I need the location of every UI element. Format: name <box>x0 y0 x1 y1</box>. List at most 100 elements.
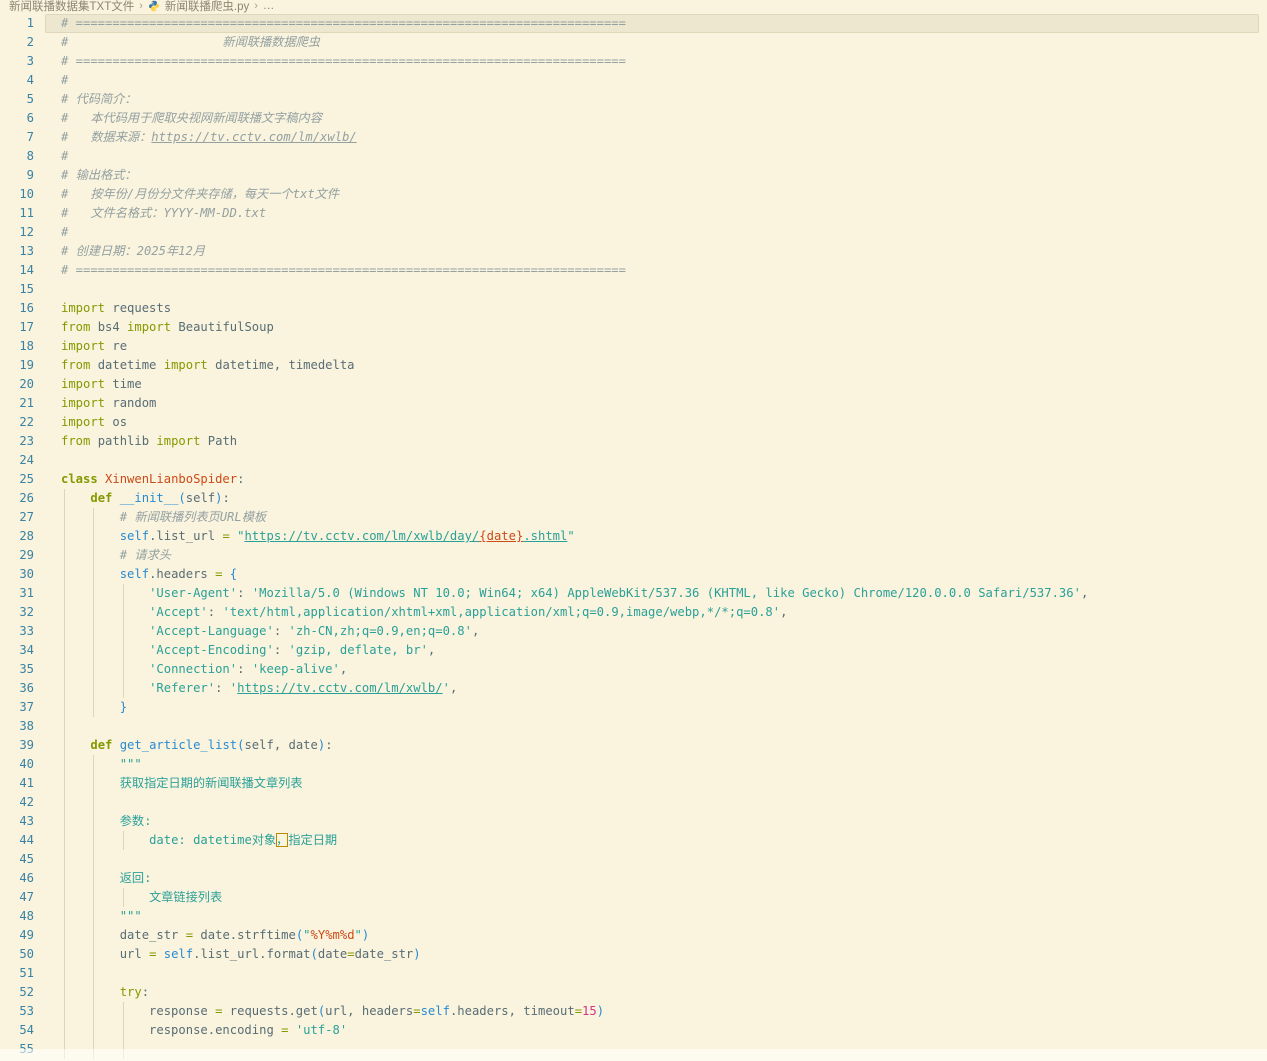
code-line-53[interactable]: 53 response = requests.get(url, headers=… <box>0 1002 1267 1021</box>
line-number[interactable]: 42 <box>0 793 34 812</box>
code-line-50[interactable]: 50 url = self.list_url.format(date=date_… <box>0 945 1267 964</box>
code-line-54[interactable]: 54 response.encoding = 'utf-8' <box>0 1021 1267 1040</box>
line-number[interactable]: 29 <box>0 546 34 565</box>
line-number[interactable]: 35 <box>0 660 34 679</box>
line-number[interactable]: 41 <box>0 774 34 793</box>
line-number[interactable]: 48 <box>0 907 34 926</box>
code-line-34[interactable]: 34 'Accept-Encoding': 'gzip, deflate, br… <box>0 641 1267 660</box>
line-number[interactable]: 53 <box>0 1002 34 1021</box>
line-number[interactable]: 4 <box>0 71 34 90</box>
code-line-19[interactable]: 19 from datetime import datetime, timedel… <box>0 356 1267 375</box>
code-line-39[interactable]: 39 def get_article_list(self, date): <box>0 736 1267 755</box>
line-number[interactable]: 27 <box>0 508 34 527</box>
line-number[interactable]: 7 <box>0 128 34 147</box>
code-line-35[interactable]: 35 'Connection': 'keep-alive', <box>0 660 1267 679</box>
code-line-17[interactable]: 17 from bs4 import BeautifulSoup <box>0 318 1267 337</box>
code-line-41[interactable]: 41 获取指定日期的新闻联播文章列表 <box>0 774 1267 793</box>
code-line-5[interactable]: 5 # 代码简介： <box>0 90 1267 109</box>
line-number[interactable]: 28 <box>0 527 34 546</box>
editor-code-area[interactable]: 1 # =====================================… <box>0 14 1267 1059</box>
code-line-16[interactable]: 16 import requests <box>0 299 1267 318</box>
code-line-10[interactable]: 10 # 按年份/月份分文件夹存储，每天一个txt文件 <box>0 185 1267 204</box>
line-number[interactable]: 21 <box>0 394 34 413</box>
line-number[interactable]: 30 <box>0 565 34 584</box>
code-line-31[interactable]: 31 'User-Agent': 'Mozilla/5.0 (Windows N… <box>0 584 1267 603</box>
line-number[interactable]: 25 <box>0 470 34 489</box>
code-line-33[interactable]: 33 'Accept-Language': 'zh-CN,zh;q=0.9,en… <box>0 622 1267 641</box>
line-number[interactable]: 37 <box>0 698 34 717</box>
code-line-49[interactable]: 49 date_str = date.strftime("%Y%m%d") <box>0 926 1267 945</box>
line-number[interactable]: 13 <box>0 242 34 261</box>
code-line-52[interactable]: 52 try: <box>0 983 1267 1002</box>
line-number[interactable]: 52 <box>0 983 34 1002</box>
code-line-3[interactable]: 3 # =====================================… <box>0 52 1267 71</box>
code-line-43[interactable]: 43 参数: <box>0 812 1267 831</box>
line-number[interactable]: 34 <box>0 641 34 660</box>
code-line-13[interactable]: 13 # 创建日期：2025年12月 <box>0 242 1267 261</box>
line-number[interactable]: 16 <box>0 299 34 318</box>
code-line-40[interactable]: 40 """ <box>0 755 1267 774</box>
line-number[interactable]: 23 <box>0 432 34 451</box>
line-number[interactable]: 31 <box>0 584 34 603</box>
line-number[interactable]: 44 <box>0 831 34 850</box>
line-number[interactable]: 54 <box>0 1021 34 1040</box>
line-number[interactable]: 15 <box>0 280 34 299</box>
code-line-6[interactable]: 6 # 本代码用于爬取央视网新闻联播文字稿内容 <box>0 109 1267 128</box>
horizontal-scrollbar[interactable] <box>0 1049 1267 1061</box>
code-line-44[interactable]: 44 date: datetime对象，指定日期 <box>0 831 1267 850</box>
code-line-47[interactable]: 47 文章链接列表 <box>0 888 1267 907</box>
breadcrumb-file[interactable]: 新闻联播爬虫.py <box>165 0 249 14</box>
code-line-38[interactable]: 38 <box>0 717 1267 736</box>
code-line-36[interactable]: 36 'Referer': 'https://tv.cctv.com/lm/xw… <box>0 679 1267 698</box>
breadcrumb-symbol-ellipsis[interactable]: … <box>263 0 275 12</box>
breadcrumb-folder[interactable]: 新闻联播数据集TXT文件 <box>9 0 134 14</box>
code-line-1[interactable]: 1 # =====================================… <box>0 14 1267 33</box>
code-line-42[interactable]: 42 <box>0 793 1267 812</box>
line-number[interactable]: 32 <box>0 603 34 622</box>
line-number[interactable]: 6 <box>0 109 34 128</box>
code-line-37[interactable]: 37 } <box>0 698 1267 717</box>
code-line-11[interactable]: 11 # 文件名格式：YYYY-MM-DD.txt <box>0 204 1267 223</box>
code-line-14[interactable]: 14 # ====================================… <box>0 261 1267 280</box>
line-number[interactable]: 14 <box>0 261 34 280</box>
line-number[interactable]: 12 <box>0 223 34 242</box>
code-line-7[interactable]: 7 # 数据来源：https://tv.cctv.com/lm/xwlb/ <box>0 128 1267 147</box>
code-line-29[interactable]: 29 # 请求头 <box>0 546 1267 565</box>
line-number[interactable]: 33 <box>0 622 34 641</box>
code-line-32[interactable]: 32 'Accept': 'text/html,application/xhtm… <box>0 603 1267 622</box>
line-number[interactable]: 3 <box>0 52 34 71</box>
line-number[interactable]: 19 <box>0 356 34 375</box>
line-number[interactable]: 5 <box>0 90 34 109</box>
line-number[interactable]: 11 <box>0 204 34 223</box>
code-line-48[interactable]: 48 """ <box>0 907 1267 926</box>
code-line-22[interactable]: 22 import os <box>0 413 1267 432</box>
code-line-23[interactable]: 23 from pathlib import Path <box>0 432 1267 451</box>
line-number[interactable]: 50 <box>0 945 34 964</box>
line-number[interactable]: 1 <box>0 14 34 33</box>
line-number[interactable]: 9 <box>0 166 34 185</box>
line-number[interactable]: 8 <box>0 147 34 166</box>
code-line-28[interactable]: 28 self.list_url = "https://tv.cctv.com/… <box>0 527 1267 546</box>
line-number[interactable]: 36 <box>0 679 34 698</box>
code-line-46[interactable]: 46 返回: <box>0 869 1267 888</box>
line-number[interactable]: 22 <box>0 413 34 432</box>
code-line-12[interactable]: 12 # <box>0 223 1267 242</box>
line-number[interactable]: 49 <box>0 926 34 945</box>
code-line-21[interactable]: 21 import random <box>0 394 1267 413</box>
line-number[interactable]: 46 <box>0 869 34 888</box>
code-line-2[interactable]: 2 # 新闻联播数据爬虫 <box>0 33 1267 52</box>
code-line-18[interactable]: 18 import re <box>0 337 1267 356</box>
line-number[interactable]: 26 <box>0 489 34 508</box>
code-line-25[interactable]: 25 class XinwenLianboSpider: <box>0 470 1267 489</box>
code-line-51[interactable]: 51 <box>0 964 1267 983</box>
line-number[interactable]: 10 <box>0 185 34 204</box>
line-number[interactable]: 47 <box>0 888 34 907</box>
code-line-24[interactable]: 24 <box>0 451 1267 470</box>
line-number[interactable]: 43 <box>0 812 34 831</box>
line-number[interactable]: 45 <box>0 850 34 869</box>
code-line-8[interactable]: 8 # <box>0 147 1267 166</box>
code-line-4[interactable]: 4 # <box>0 71 1267 90</box>
code-line-45[interactable]: 45 <box>0 850 1267 869</box>
line-number[interactable]: 17 <box>0 318 34 337</box>
line-number[interactable]: 24 <box>0 451 34 470</box>
